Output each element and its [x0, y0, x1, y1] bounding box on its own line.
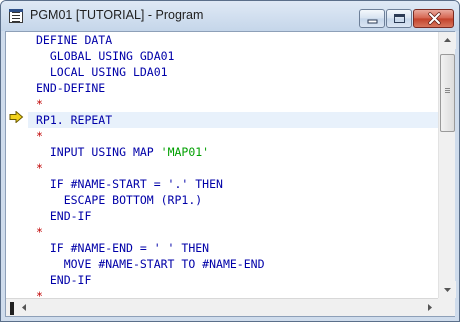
comment-line[interactable]: * — [28, 224, 438, 240]
program-document-icon[interactable] — [9, 9, 23, 23]
statement-text: IF #NAME-START = '.' THEN — [49, 177, 223, 191]
editor-client-area: DEFINE DATA GLOBAL USING GDA01 LOCAL USI… — [5, 31, 456, 317]
code-line[interactable]: END-IF — [28, 208, 438, 224]
comment-line[interactable]: * — [28, 288, 438, 298]
line-marker-gutter[interactable] — [6, 32, 28, 298]
vertical-scrollbar[interactable] — [438, 32, 456, 298]
code-line[interactable]: END-IF — [28, 272, 438, 288]
maximize-button[interactable] — [386, 9, 412, 28]
vertical-scroll-thumb[interactable] — [440, 54, 455, 132]
comment-line[interactable]: * — [28, 128, 438, 144]
scroll-right-button[interactable] — [421, 299, 438, 316]
statement-text: RP1. REPEAT — [36, 113, 113, 127]
code-line[interactable]: DEFINE DATA — [28, 32, 438, 48]
code-line[interactable]: RP1. REPEAT — [28, 112, 438, 128]
title-bar[interactable]: PGM01 [TUTORIAL] - Program — [1, 1, 459, 31]
string-literal: 'MAP01' — [160, 145, 210, 159]
horizontal-scrollbar[interactable] — [6, 298, 438, 316]
statement-text: INPUT USING MAP — [49, 145, 161, 159]
chevron-right-icon — [428, 304, 432, 311]
chevron-up-icon — [444, 38, 451, 42]
statement-text: IF #NAME-END = ' ' THEN — [49, 241, 210, 255]
statement-text: ESCAPE BOTTOM (RP1.) — [63, 193, 203, 207]
comment-marker: * — [36, 129, 43, 143]
comment-marker: * — [36, 161, 43, 175]
program-editor-window: PGM01 [TUTORIAL] - Program DEFINE DATA G… — [0, 0, 460, 322]
code-line[interactable]: ESCAPE BOTTOM (RP1.) — [28, 192, 438, 208]
maximize-icon — [394, 14, 405, 23]
window-title: PGM01 [TUTORIAL] - Program — [30, 8, 204, 22]
scroll-up-button[interactable] — [439, 32, 456, 49]
code-line[interactable]: END-DEFINE — [28, 80, 438, 96]
comment-marker: * — [36, 289, 43, 298]
scroll-left-button[interactable] — [16, 299, 33, 316]
current-line-arrow-icon — [9, 111, 24, 123]
code-line[interactable]: IF #NAME-END = ' ' THEN — [28, 240, 438, 256]
statement-text: GLOBAL USING GDA01 — [49, 49, 175, 63]
split-handle[interactable] — [10, 302, 14, 315]
statement-text: END-IF — [49, 209, 92, 223]
close-button[interactable] — [413, 9, 454, 28]
chevron-left-icon — [22, 304, 26, 311]
statement-text: DEFINE DATA — [36, 33, 113, 47]
comment-marker: * — [36, 97, 43, 111]
scroll-down-button[interactable] — [439, 281, 456, 298]
code-line[interactable]: MOVE #NAME-START TO #NAME-END — [28, 256, 438, 272]
statement-text: END-DEFINE — [36, 81, 106, 95]
comment-line[interactable]: * — [28, 96, 438, 112]
source-code-area[interactable]: DEFINE DATA GLOBAL USING GDA01 LOCAL USI… — [28, 32, 438, 298]
code-line[interactable]: GLOBAL USING GDA01 — [28, 48, 438, 64]
code-line[interactable]: INPUT USING MAP 'MAP01' — [28, 144, 438, 160]
close-icon — [428, 12, 441, 25]
statement-text: MOVE #NAME-START TO #NAME-END — [63, 257, 265, 271]
chevron-down-icon — [444, 288, 451, 292]
comment-marker: * — [36, 225, 43, 239]
code-line[interactable]: LOCAL USING LDA01 — [28, 64, 438, 80]
code-line[interactable]: IF #NAME-START = '.' THEN — [28, 176, 438, 192]
minimize-button[interactable] — [359, 9, 385, 28]
size-grip[interactable] — [438, 298, 455, 316]
statement-text: END-IF — [49, 273, 92, 287]
comment-line[interactable]: * — [28, 160, 438, 176]
minimize-icon — [367, 19, 378, 24]
statement-text: LOCAL USING LDA01 — [49, 65, 168, 79]
